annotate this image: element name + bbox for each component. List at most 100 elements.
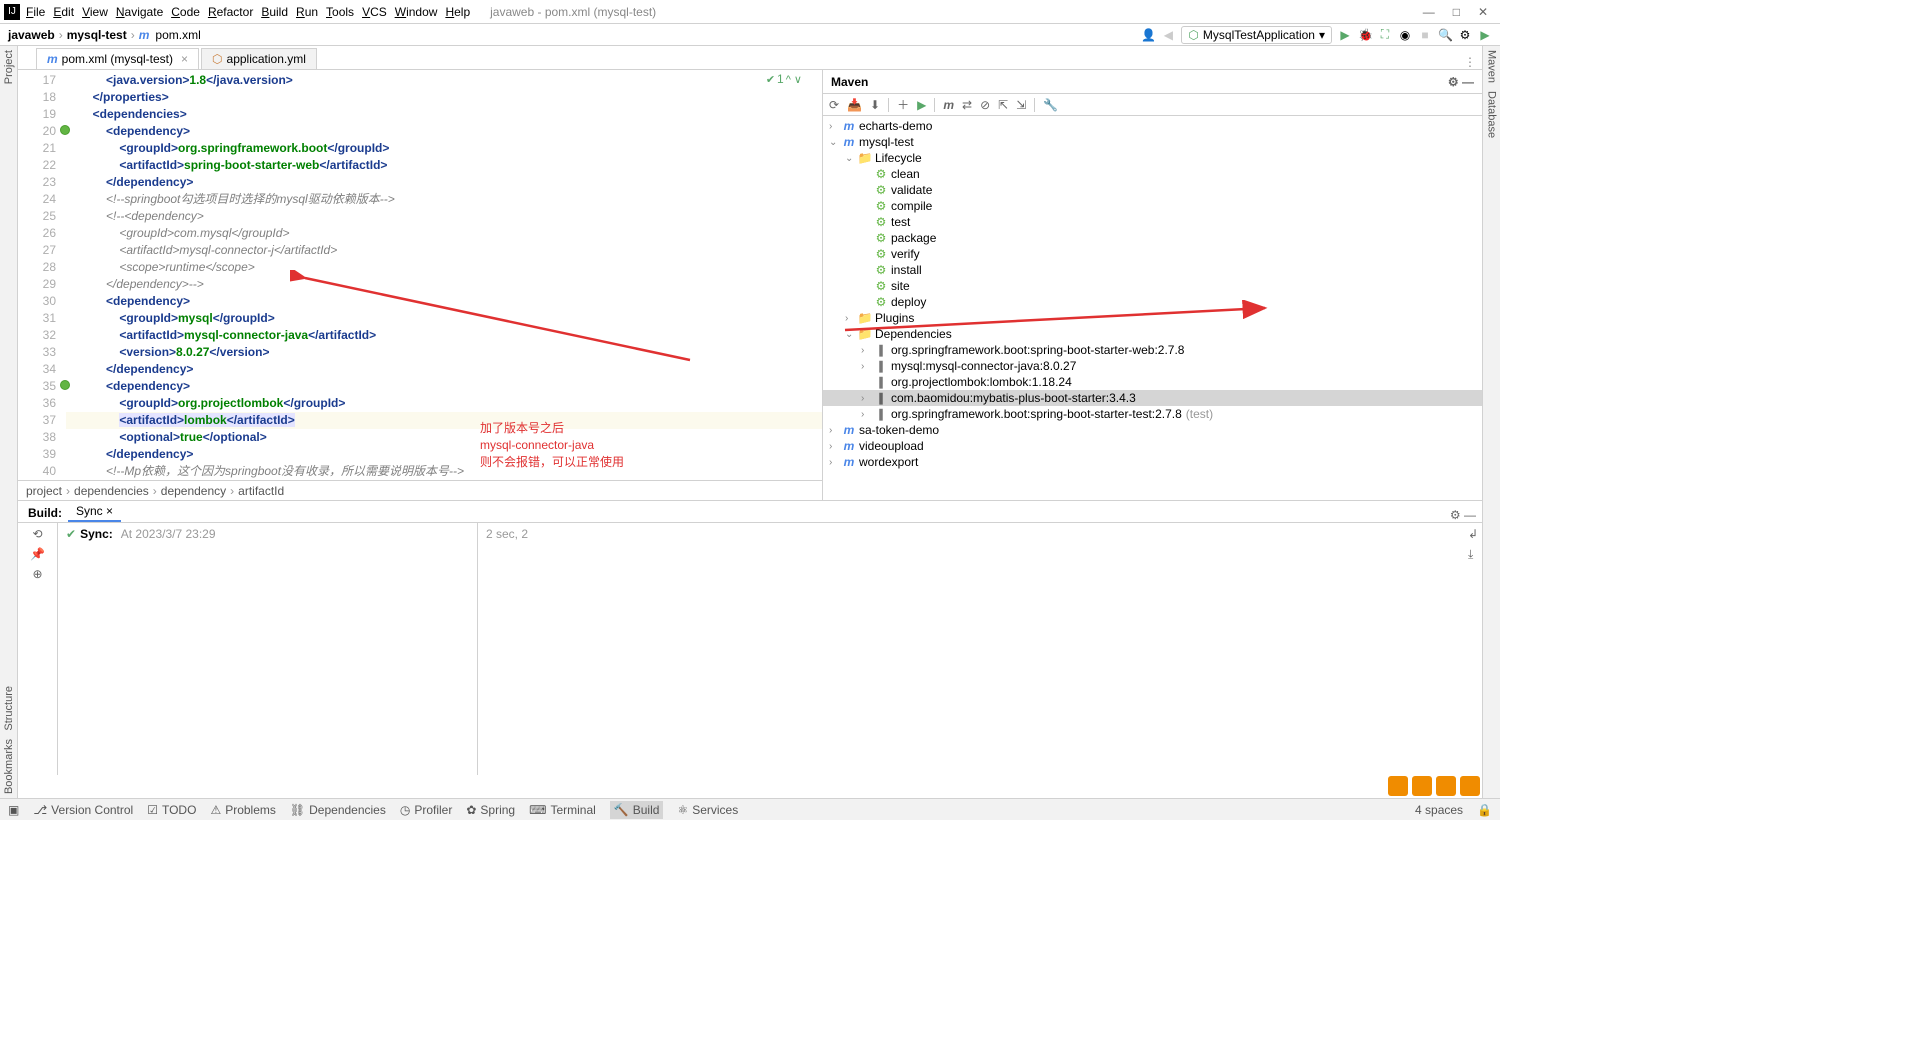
status-tool-version control[interactable]: ⎇Version Control bbox=[33, 801, 133, 819]
indent-status[interactable]: 4 spaces bbox=[1415, 803, 1463, 817]
status-tool-spring[interactable]: ✿Spring bbox=[466, 801, 515, 819]
structure-tool-button[interactable]: Structure bbox=[3, 682, 15, 735]
tree-item[interactable]: ⌄📁Lifecycle bbox=[823, 150, 1482, 166]
maven-tool-button[interactable]: Maven bbox=[1486, 46, 1498, 87]
tree-item[interactable]: ›mecharts-demo bbox=[823, 118, 1482, 134]
tree-item[interactable]: ⚙install bbox=[823, 262, 1482, 278]
tree-item[interactable]: ∥org.projectlombok:lombok:1.18.24 bbox=[823, 374, 1482, 390]
lock-icon[interactable]: 🔒 bbox=[1477, 803, 1492, 817]
wrap-icon[interactable]: ↲ bbox=[1468, 527, 1478, 541]
tree-item[interactable]: ⚙site bbox=[823, 278, 1482, 294]
profiler-icon[interactable]: ◉ bbox=[1398, 28, 1412, 42]
tree-item[interactable]: ⚙verify bbox=[823, 246, 1482, 262]
scroll-icon[interactable]: ⤓ bbox=[1468, 547, 1478, 562]
status-tool-dependencies[interactable]: ⛓Dependencies bbox=[290, 801, 386, 819]
tree-item[interactable]: ⚙compile bbox=[823, 198, 1482, 214]
build-output[interactable]: 2 sec, 2 ↲ ⤓ bbox=[478, 523, 1482, 775]
crumb-item[interactable]: dependencies bbox=[74, 484, 149, 498]
editor-tab[interactable]: ⬡ application.yml bbox=[201, 48, 317, 69]
collapse-icon[interactable]: ⇲ bbox=[1016, 98, 1026, 112]
menu-item[interactable]: VCS bbox=[362, 5, 387, 19]
breadcrumb-item[interactable]: pom.xml bbox=[155, 28, 200, 42]
build-tree[interactable]: ✔ Sync: At 2023/3/7 23:29 bbox=[58, 523, 478, 775]
menu-item[interactable]: Tools bbox=[326, 5, 354, 19]
play-icon[interactable]: ▶ bbox=[1478, 28, 1492, 42]
search-icon[interactable]: 🔍 bbox=[1438, 28, 1452, 42]
tab-menu-icon[interactable]: ⋮ bbox=[1458, 55, 1482, 69]
generate-icon[interactable]: 📥 bbox=[847, 98, 862, 112]
tree-item[interactable]: ⚙test bbox=[823, 214, 1482, 230]
crumb-item[interactable]: dependency bbox=[161, 484, 226, 498]
crumb-item[interactable]: artifactId bbox=[238, 484, 284, 498]
code-content[interactable]: <java.version>1.8</java.version> </prope… bbox=[66, 70, 822, 480]
offline-icon[interactable]: ⊘ bbox=[980, 98, 990, 112]
breadcrumb-item[interactable]: javaweb bbox=[8, 28, 55, 42]
expand-icon[interactable]: ⇱ bbox=[998, 98, 1008, 112]
project-tool-button[interactable]: Project bbox=[3, 46, 15, 88]
menu-item[interactable]: File bbox=[26, 5, 45, 19]
menu-item[interactable]: Navigate bbox=[116, 5, 163, 19]
coverage-icon[interactable]: ⛶ bbox=[1378, 27, 1392, 42]
menu-item[interactable]: Run bbox=[296, 5, 318, 19]
menu-item[interactable]: Edit bbox=[53, 5, 74, 19]
menu-item[interactable]: View bbox=[82, 5, 108, 19]
run-icon[interactable]: ▶ bbox=[1338, 28, 1352, 42]
add-icon[interactable]: ＋ bbox=[897, 96, 909, 113]
bookmarks-tool-button[interactable]: Bookmarks bbox=[3, 735, 15, 798]
tree-item[interactable]: ›mwordexport bbox=[823, 454, 1482, 470]
tree-item[interactable]: ›msa-token-demo bbox=[823, 422, 1482, 438]
crumb-item[interactable]: project bbox=[26, 484, 62, 498]
maximize-icon[interactable]: □ bbox=[1453, 5, 1460, 19]
menu-item[interactable]: Help bbox=[445, 5, 470, 19]
tree-item[interactable]: ›∥org.springframework.boot:spring-boot-s… bbox=[823, 406, 1482, 422]
status-tool-todo[interactable]: ☑TODO bbox=[147, 801, 196, 819]
run-icon[interactable]: ▶ bbox=[917, 98, 926, 112]
tree-item[interactable]: ›∥mysql:mysql-connector-java:8.0.27 bbox=[823, 358, 1482, 374]
database-tool-button[interactable]: Database bbox=[1486, 87, 1498, 142]
gear-icon[interactable]: ⚙ — bbox=[1448, 75, 1474, 89]
menu-item[interactable]: Build bbox=[261, 5, 288, 19]
build-tab-sync[interactable]: Sync × bbox=[68, 502, 121, 522]
tree-item[interactable]: ⚙clean bbox=[823, 166, 1482, 182]
status-tool-problems[interactable]: ⚠Problems bbox=[210, 801, 275, 819]
tree-item[interactable]: ›📁Plugins bbox=[823, 310, 1482, 326]
maven-tree[interactable]: ›mecharts-demo⌄mmysql-test⌄📁Lifecycle⚙cl… bbox=[823, 116, 1482, 500]
gear-icon[interactable]: ⚙ — bbox=[1444, 508, 1482, 522]
status-tool-profiler[interactable]: ◷Profiler bbox=[400, 801, 453, 819]
tree-item[interactable]: ›∥com.baomidou:mybatis-plus-boot-starter… bbox=[823, 390, 1482, 406]
menu-item[interactable]: Code bbox=[171, 5, 200, 19]
tool-window-icon[interactable]: ▣ bbox=[8, 803, 19, 817]
tree-item[interactable]: ⌄📁Dependencies bbox=[823, 326, 1482, 342]
run-config-selector[interactable]: ⬡ MysqlTestApplication ▾ bbox=[1181, 26, 1332, 44]
minimize-icon[interactable]: — bbox=[1423, 5, 1435, 19]
close-icon[interactable]: ✕ bbox=[1478, 5, 1488, 19]
pin-icon[interactable]: 📌 bbox=[30, 547, 45, 561]
tree-item[interactable]: ⚙deploy bbox=[823, 294, 1482, 310]
menu-item[interactable]: Refactor bbox=[208, 5, 253, 19]
reload-icon[interactable]: ⟳ bbox=[829, 98, 839, 112]
code-editor[interactable]: 1718192021222324252627282930313233343536… bbox=[18, 70, 822, 500]
tree-item[interactable]: ⌄mmysql-test bbox=[823, 134, 1482, 150]
tree-item[interactable]: ›mvideoupload bbox=[823, 438, 1482, 454]
stop-icon[interactable]: ■ bbox=[1418, 28, 1432, 42]
target-icon[interactable]: ⊕ bbox=[32, 567, 42, 581]
toggle-icon[interactable]: ⇄ bbox=[962, 98, 972, 112]
editor-tab[interactable]: m pom.xml (mysql-test) × bbox=[36, 48, 199, 69]
breadcrumb-item[interactable]: mysql-test bbox=[67, 28, 127, 42]
debug-icon[interactable]: 🐞 bbox=[1358, 28, 1372, 42]
download-icon[interactable]: ⬇ bbox=[870, 98, 880, 112]
wrench-icon[interactable]: 🔧 bbox=[1043, 98, 1058, 112]
status-tool-terminal[interactable]: ⌨Terminal bbox=[529, 801, 596, 819]
back-icon[interactable]: ◀ bbox=[1161, 28, 1175, 42]
restart-icon[interactable]: ⟲ bbox=[32, 527, 42, 541]
menu-item[interactable]: Window bbox=[395, 5, 438, 19]
inspection-widget[interactable]: ✔ 1 ^ ∨ bbox=[766, 72, 802, 86]
close-tab-icon[interactable]: × bbox=[181, 52, 188, 66]
tree-item[interactable]: ⚙package bbox=[823, 230, 1482, 246]
tree-item[interactable]: ›∥org.springframework.boot:spring-boot-s… bbox=[823, 342, 1482, 358]
status-tool-build[interactable]: 🔨Build bbox=[610, 801, 664, 819]
user-icon[interactable]: 👤 bbox=[1141, 28, 1155, 42]
gear-icon[interactable]: ⚙ bbox=[1458, 28, 1472, 42]
tree-item[interactable]: ⚙validate bbox=[823, 182, 1482, 198]
maven-icon[interactable]: m bbox=[943, 98, 954, 112]
